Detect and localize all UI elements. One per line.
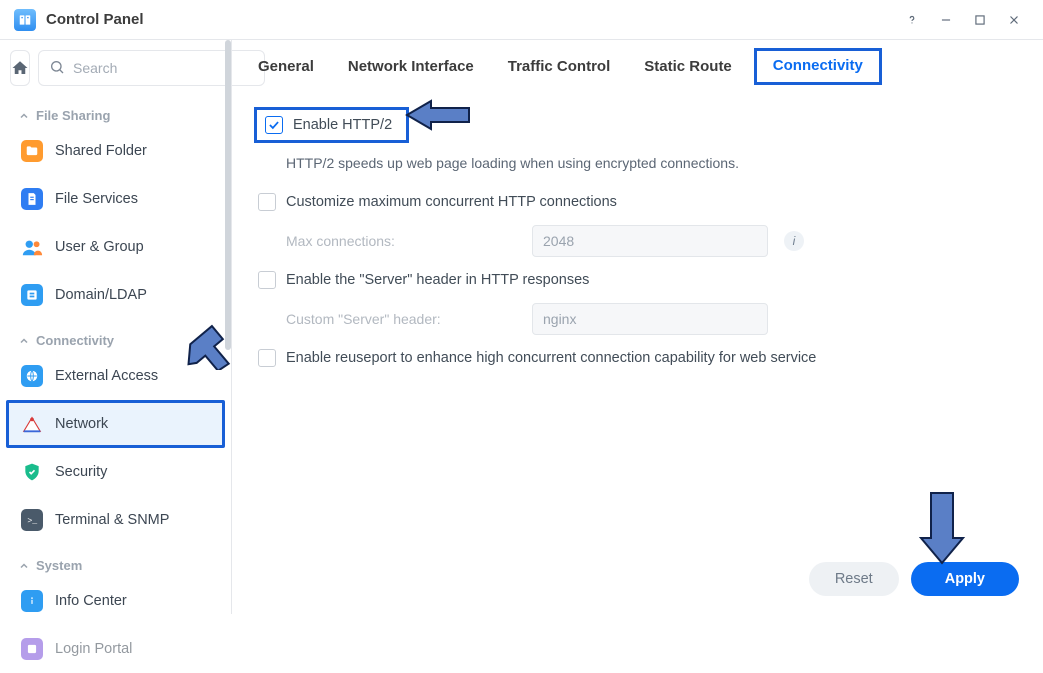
max-conn-info-icon[interactable]: i — [784, 231, 804, 251]
customize-max-label: Customize maximum concurrent HTTP connec… — [286, 194, 617, 210]
sidebar-item-login-portal[interactable]: Login Portal — [0, 625, 231, 673]
domain-icon — [21, 284, 43, 306]
reset-button[interactable]: Reset — [809, 562, 899, 596]
sidebar-item-security[interactable]: Security — [0, 448, 231, 496]
server-header-label: Enable the "Server" header in HTTP respo… — [286, 272, 589, 288]
section-label: File Sharing — [36, 108, 110, 123]
sidebar: File Sharing Shared Folder File Services… — [0, 40, 232, 614]
tab-connectivity[interactable]: Connectivity — [754, 48, 882, 85]
sidebar-item-label: External Access — [55, 368, 158, 384]
enable-http2-label: Enable HTTP/2 — [293, 117, 392, 133]
footer: Reset Apply — [809, 562, 1019, 596]
help-button[interactable] — [895, 5, 929, 35]
custom-server-label: Custom "Server" header: — [286, 311, 516, 327]
section-label: System — [36, 558, 82, 573]
section-header-system[interactable]: System — [0, 550, 231, 577]
chevron-up-icon — [18, 335, 30, 347]
sidebar-item-info-center[interactable]: Info Center — [0, 577, 231, 625]
sidebar-item-user-group[interactable]: User & Group — [0, 223, 231, 271]
sidebar-item-external-access[interactable]: External Access — [0, 352, 231, 400]
sidebar-item-label: Shared Folder — [55, 143, 147, 159]
external-access-icon — [21, 365, 43, 387]
tab-traffic-control[interactable]: Traffic Control — [506, 54, 613, 79]
reuseport-checkbox[interactable] — [258, 349, 276, 367]
customize-max-checkbox[interactable] — [258, 193, 276, 211]
tab-network-interface[interactable]: Network Interface — [346, 54, 476, 79]
home-button[interactable] — [10, 50, 30, 86]
maximize-button[interactable] — [963, 5, 997, 35]
folder-icon — [21, 140, 43, 162]
max-conn-input — [532, 225, 768, 257]
search-icon — [49, 59, 65, 78]
server-header-checkbox[interactable] — [258, 271, 276, 289]
sidebar-item-terminal-snmp[interactable]: >_ Terminal & SNMP — [0, 496, 231, 544]
sidebar-item-domain-ldap[interactable]: Domain/LDAP — [0, 271, 231, 319]
app-title: Control Panel — [46, 11, 895, 28]
titlebar: Control Panel — [0, 0, 1043, 40]
sidebar-item-label: Info Center — [55, 593, 127, 609]
sidebar-item-label: File Services — [55, 191, 138, 207]
sidebar-scrollbar[interactable] — [225, 40, 231, 350]
network-icon — [21, 413, 43, 435]
apply-button[interactable]: Apply — [911, 562, 1019, 596]
custom-server-input — [532, 303, 768, 335]
shield-icon — [21, 461, 43, 483]
file-services-icon — [21, 188, 43, 210]
sidebar-item-label: User & Group — [55, 239, 144, 255]
chevron-up-icon — [18, 110, 30, 122]
http2-description: HTTP/2 speeds up web page loading when u… — [258, 151, 1017, 185]
enable-http2-checkbox[interactable] — [265, 116, 283, 134]
section-label: Connectivity — [36, 333, 114, 348]
users-icon — [21, 236, 43, 258]
tab-general[interactable]: General — [256, 54, 316, 79]
sidebar-item-label: Network — [55, 416, 108, 432]
app-icon — [14, 9, 36, 31]
section-header-file-sharing[interactable]: File Sharing — [0, 100, 231, 127]
close-button[interactable] — [997, 5, 1031, 35]
info-icon — [21, 590, 43, 612]
svg-text:>_: >_ — [27, 517, 37, 526]
sidebar-item-file-services[interactable]: File Services — [0, 175, 231, 223]
sidebar-item-label: Security — [55, 464, 107, 480]
sidebar-item-label: Login Portal — [55, 641, 132, 657]
tab-static-route[interactable]: Static Route — [642, 54, 734, 79]
content: Enable HTTP/2 HTTP/2 speeds up web page … — [232, 89, 1043, 614]
chevron-up-icon — [18, 560, 30, 572]
sidebar-item-label: Domain/LDAP — [55, 287, 147, 303]
max-conn-label: Max connections: — [286, 233, 516, 249]
main: General Network Interface Traffic Contro… — [232, 40, 1043, 614]
section-header-connectivity[interactable]: Connectivity — [0, 325, 231, 352]
enable-http2-row: Enable HTTP/2 — [254, 107, 409, 143]
sidebar-item-network[interactable]: Network — [6, 400, 225, 448]
reuseport-label: Enable reuseport to enhance high concurr… — [286, 350, 816, 366]
sidebar-item-label: Terminal & SNMP — [55, 512, 169, 528]
minimize-button[interactable] — [929, 5, 963, 35]
tabs: General Network Interface Traffic Contro… — [232, 40, 1043, 89]
sidebar-item-shared-folder[interactable]: Shared Folder — [0, 127, 231, 175]
login-portal-icon — [21, 638, 43, 660]
terminal-icon: >_ — [21, 509, 43, 531]
